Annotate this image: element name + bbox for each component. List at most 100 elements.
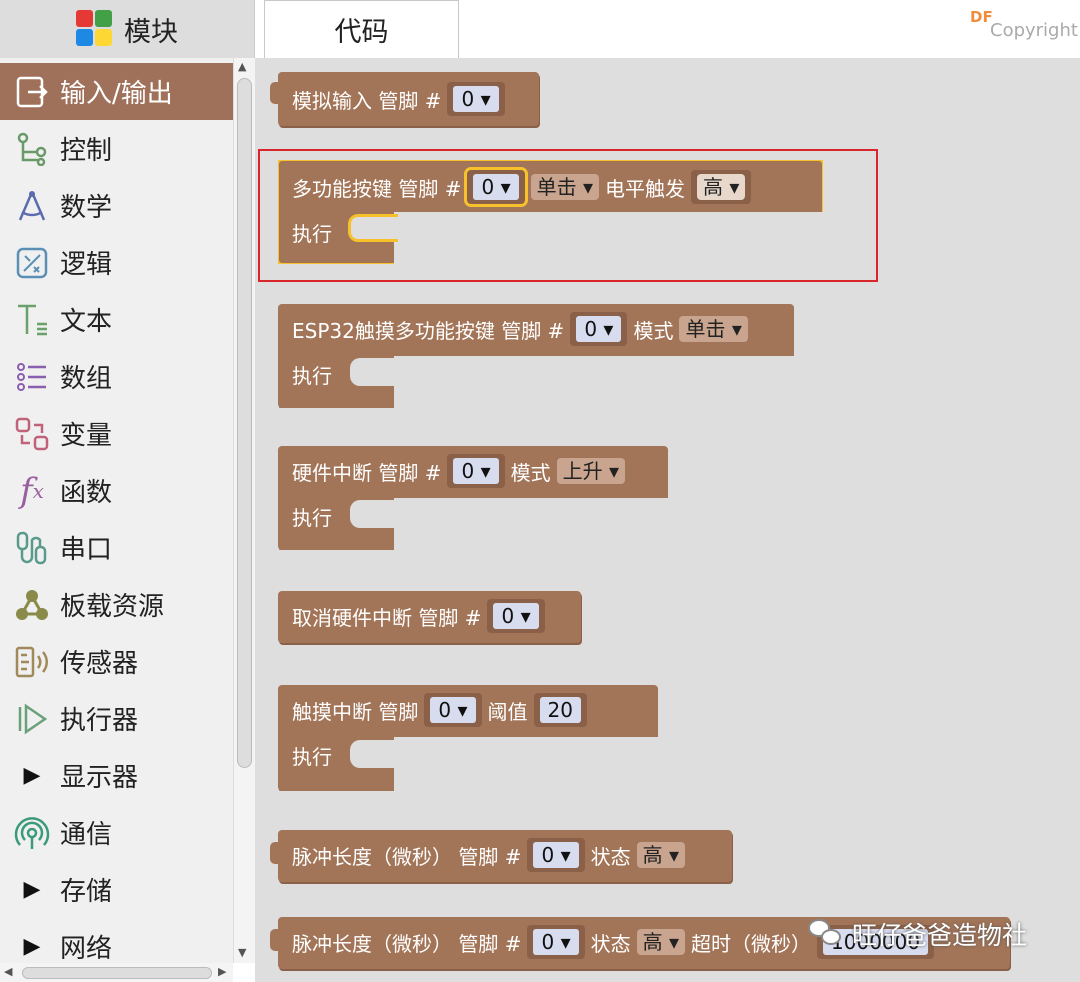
pin-field[interactable]: 0 ▾: [527, 925, 585, 959]
sidebar-item-logic[interactable]: 逻辑: [0, 234, 233, 291]
sidebar-item-label: 存储: [60, 877, 113, 907]
sidebar-item-label: 板载资源: [60, 592, 165, 622]
tab-code-label: 代码: [334, 17, 389, 48]
pin-field[interactable]: 0 ▾: [447, 454, 505, 488]
sidebar-item-label: 网络: [60, 934, 113, 964]
block-label: 脉冲长度（微秒） 管脚 #: [292, 844, 522, 869]
expand-triangle-icon: ▶: [23, 763, 41, 788]
sidebar-item-label: 执行器: [60, 706, 139, 736]
tab-blocks[interactable]: 模块: [0, 0, 255, 58]
sidebar-item-sensors[interactable]: 传感器: [0, 633, 233, 690]
puzzle-icon: [76, 10, 114, 48]
board-resource-icon: [8, 581, 56, 629]
output-connector: [270, 842, 280, 864]
scroll-up-icon[interactable]: ▲: [238, 60, 246, 73]
function-icon: fx: [20, 470, 44, 511]
wechat-account-name: 旺仔爸爸造物社: [852, 921, 1028, 950]
sidebar-horizontal-scrollbar[interactable]: ◀ ▶: [0, 963, 233, 982]
sidebar-item-label: 逻辑: [60, 250, 113, 280]
output-connector: [270, 929, 280, 951]
statement-input-slot: [350, 740, 394, 768]
sidebar-item-label: 数学: [60, 193, 113, 223]
sidebar-item-label: 变量: [60, 421, 113, 451]
state-dropdown[interactable]: 高 ▾: [636, 842, 686, 868]
pin-value: 0: [501, 604, 515, 628]
pulse-in-block[interactable]: 脉冲长度（微秒） 管脚 # 0 ▾ 状态 高 ▾: [270, 830, 732, 882]
annotation-highlight-box: [258, 149, 878, 282]
pin-value: 0: [584, 317, 598, 341]
mode-dropdown[interactable]: 单击 ▾: [679, 316, 748, 342]
sidebar-item-functions[interactable]: fx 函数: [0, 462, 233, 519]
expand-triangle-icon: ▶: [23, 877, 41, 902]
wechat-watermark: 旺仔爸爸造物社: [808, 916, 1027, 952]
control-flow-icon: [8, 125, 56, 173]
sidebar-item-label: 函数: [60, 478, 113, 508]
sidebar-item-math[interactable]: 数学: [0, 177, 233, 234]
copyright-watermark: Copyright: [990, 20, 1078, 41]
mode-dropdown[interactable]: 上升 ▾: [556, 458, 626, 484]
actuator-icon: [8, 695, 56, 743]
block-label: 取消硬件中断 管脚 #: [292, 605, 482, 630]
block-label: 硬件中断 管脚 #: [292, 460, 442, 485]
mode-label: 模式: [510, 460, 551, 485]
scroll-left-icon[interactable]: ◀: [4, 965, 12, 978]
scroll-down-icon[interactable]: ▼: [238, 946, 246, 959]
sidebar-vertical-scrollbar[interactable]: ▲ ▼: [233, 58, 255, 963]
serial-icon: [8, 524, 56, 572]
block-label: ESP32触摸多功能按键 管脚 #: [292, 318, 565, 343]
communication-icon: [8, 809, 56, 857]
pin-field[interactable]: 0 ▾: [424, 693, 482, 727]
sidebar-item-label: 串口: [60, 535, 113, 565]
sidebar-item-board-resources[interactable]: 板载资源: [0, 576, 233, 633]
sidebar-item-display[interactable]: ▶ 显示器: [0, 747, 233, 804]
tab-blocks-label: 模块: [124, 16, 178, 48]
state-value: 高: [642, 930, 663, 954]
statement-input-slot: [350, 500, 394, 528]
exec-label: 执行: [292, 744, 332, 769]
sidebar-item-list[interactable]: 数组: [0, 348, 233, 405]
sidebar-item-control[interactable]: 控制: [0, 120, 233, 177]
state-label: 状态: [590, 844, 631, 869]
compass-icon: [8, 182, 56, 230]
sidebar-item-io[interactable]: 输入/输出: [0, 63, 233, 120]
sidebar-item-communication[interactable]: 通信: [0, 804, 233, 861]
scroll-right-icon[interactable]: ▶: [218, 965, 226, 978]
sidebar-item-variables[interactable]: 变量: [0, 405, 233, 462]
threshold-label: 阈值: [487, 699, 528, 724]
sensor-icon: [8, 638, 56, 686]
analog-read-block[interactable]: 模拟输入 管脚 # 0 ▾: [270, 72, 539, 126]
threshold-value: 20: [539, 697, 581, 723]
io-icon: [8, 68, 56, 116]
sidebar-item-label: 输入/输出: [60, 79, 173, 109]
block-label: 模拟输入 管脚 #: [292, 88, 442, 113]
blockly-editor: 模块 代码 DF Copyright 输入/输出 控制 数学 逻辑 文本 数组 …: [0, 0, 1080, 982]
list-icon: [8, 353, 56, 401]
category-sidebar: 输入/输出 控制 数学 逻辑 文本 数组 变量 f x 函数 串口 板载资源 传…: [0, 58, 233, 982]
pin-value: 0: [541, 930, 555, 954]
sidebar-item-actuators[interactable]: 执行器: [0, 690, 233, 747]
scrollbar-thumb[interactable]: [22, 967, 212, 979]
sidebar-item-storage[interactable]: ▶ 存储: [0, 861, 233, 918]
pin-field[interactable]: 0 ▾: [487, 599, 545, 633]
tab-code[interactable]: 代码: [264, 0, 459, 58]
text-icon: [8, 296, 56, 344]
sidebar-item-label: 显示器: [60, 763, 139, 793]
block-label: 触摸中断 管脚: [292, 699, 419, 724]
sidebar-item-label: 通信: [60, 820, 113, 850]
exec-label: 执行: [292, 363, 332, 388]
sidebar-item-serial[interactable]: 串口: [0, 519, 233, 576]
pin-field[interactable]: 0 ▾: [527, 838, 585, 872]
variable-icon: [8, 410, 56, 458]
pin-value: 0: [461, 87, 475, 111]
scrollbar-thumb[interactable]: [237, 78, 252, 768]
block-label: 脉冲长度（微秒） 管脚 #: [292, 931, 522, 956]
state-value: 高: [642, 843, 663, 867]
mode-label: 模式: [633, 318, 674, 343]
pin-field[interactable]: 0 ▾: [570, 312, 628, 346]
pin-field[interactable]: 0 ▾: [447, 82, 505, 116]
sidebar-item-text[interactable]: 文本: [0, 291, 233, 348]
state-dropdown[interactable]: 高 ▾: [636, 929, 686, 955]
threshold-field[interactable]: 20: [533, 693, 587, 727]
output-connector: [270, 82, 280, 104]
cancel-interrupt-block[interactable]: 取消硬件中断 管脚 # 0 ▾: [278, 591, 581, 643]
